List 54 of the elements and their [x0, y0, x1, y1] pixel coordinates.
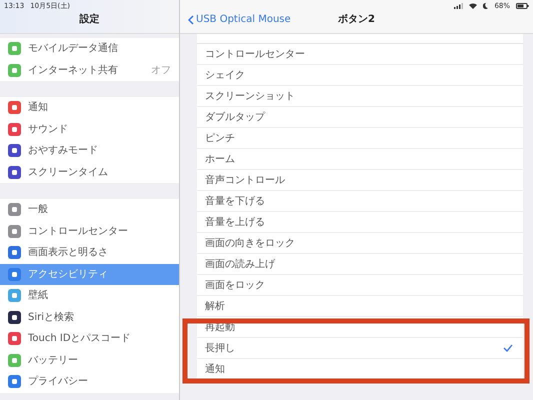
sidebar-item[interactable]: 一般 [0, 199, 179, 220]
sidebar-label: アクセシビリティ [28, 268, 108, 282]
sidebar-item[interactable]: プライバシー [0, 371, 179, 392]
sidebar-item[interactable]: おやすみモード [0, 140, 179, 162]
sidebar-label: プライバシー [28, 374, 88, 390]
option-item[interactable]: 音量を上げる [197, 212, 523, 233]
sidebar-item[interactable]: コントロールセンター [0, 220, 179, 242]
sidebar-item[interactable]: モバイルデータ通信 [0, 38, 179, 60]
sidebar-item[interactable]: Touch IDとパスコード [0, 328, 179, 350]
settings-title: 設定 [80, 12, 100, 27]
sidebar-label: 通知 [28, 100, 48, 116]
sidebar-label: おやすみモード [28, 144, 98, 158]
moon-icon [483, 3, 488, 10]
option-item[interactable]: スクリーンショット [197, 86, 523, 107]
option-item[interactable]: ピンチ [197, 128, 523, 149]
sidebar-label: Touch IDとパスコード [28, 332, 131, 346]
option-item[interactable]: 長押し [197, 338, 523, 359]
sidebar-item[interactable]: 通知 [0, 97, 179, 118]
sidebar-item[interactable]: バッテリー [0, 350, 179, 371]
option-item[interactable]: コントロールセンター [197, 44, 523, 65]
checkmark-icon [503, 344, 513, 352]
battery-icon [516, 3, 529, 10]
sidebar-label: バッテリー [28, 354, 78, 368]
option-item[interactable]: 画面の向きをロック [197, 233, 523, 254]
page-title: ボタン2 [338, 14, 375, 25]
sidebar-label: スクリーンタイム [28, 166, 108, 180]
option-item[interactable]: 画面の読み上げ [197, 254, 523, 275]
sidebar-label: サウンド [28, 122, 68, 137]
sidebar-item[interactable]: インターネット共有 オフ [0, 60, 179, 81]
option-item[interactable]: 音声コントロール [197, 170, 523, 191]
back-chevron-icon [188, 14, 194, 24]
back-link[interactable]: USB Optical Mouse [188, 12, 291, 27]
option-item[interactable]: シェイク [197, 65, 523, 86]
sidebar-item[interactable]: スクリーンタイム [0, 162, 179, 183]
option-item[interactable]: 画面をロック [197, 275, 523, 296]
sidebar-label: Siriと検索 [28, 310, 74, 325]
sidebar-item[interactable]: 壁紙 [0, 285, 179, 306]
option-item[interactable]: 解析 [197, 296, 523, 317]
sidebar-item[interactable]: Siriと検索 [0, 306, 179, 328]
sidebar-label: 一般 [28, 203, 48, 218]
signal-icon [454, 3, 464, 10]
sidebar-label: 壁紙 [28, 288, 48, 304]
option-item[interactable]: 音量を下げる [197, 191, 523, 212]
wifi-icon [469, 3, 478, 10]
option-item[interactable]: ダブルタップ [197, 107, 523, 128]
sidebar-item[interactable]: 画面表示と明るさ [0, 242, 179, 264]
sidebar-label: コントロールセンター [28, 224, 128, 239]
sidebar-item[interactable]: サウンド [0, 118, 179, 140]
setting-value: オフ [151, 64, 171, 78]
sidebar-label: インターネット共有 [28, 64, 118, 78]
option-item[interactable]: ホーム [197, 149, 523, 170]
sidebar-label: 画面表示と明るさ [28, 246, 108, 260]
option-item[interactable]: 通知 [197, 359, 523, 380]
sidebar-label: モバイルデータ通信 [28, 42, 118, 56]
